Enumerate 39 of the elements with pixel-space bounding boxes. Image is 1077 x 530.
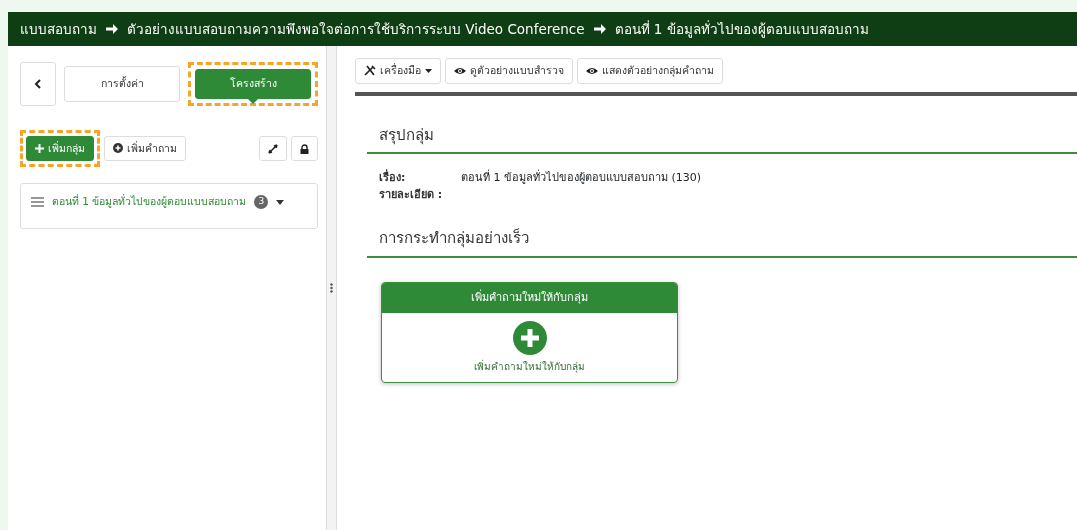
tab-pointer [248, 98, 258, 104]
plus-circle-icon[interactable] [512, 321, 547, 356]
arrows-diagonal-icon [268, 143, 278, 154]
section-heading: สรุปกลุ่ม [367, 123, 1077, 155]
add-button[interactable]: เพิ่มกลุ่ม [26, 135, 94, 162]
field-label: เรื่อง: [379, 170, 407, 187]
arrow-right-icon [592, 22, 607, 36]
add-button[interactable]: เพิ่มคำถาม [104, 135, 186, 162]
quick-action-card[interactable]: เพิ่มคำถามใหม่ให้กับกลุ่ม เพิ่มคำถามใหม่ให้กับกลุ่ม [381, 281, 678, 384]
toolbar-button[interactable]: ดูตัวอย่างแบบสำรวจ [445, 58, 573, 84]
group-title[interactable]: ตอนที่ 1 ข้อมูลทั่วไปของผู้ตอบแบบสอบถาม [52, 194, 247, 211]
collapse-button[interactable] [259, 135, 287, 162]
sidebar-tab[interactable]: การตั้งค่า [64, 66, 180, 102]
caret-down-icon[interactable] [276, 199, 285, 205]
drag-handle-icon[interactable] [31, 197, 44, 208]
field-value: ตอนที่ 1 ข้อมูลทั่วไปของผู้ตอบแบบสอบถาม (130) [461, 170, 702, 187]
arrow-right-icon [105, 22, 119, 36]
plus-circle-icon [113, 143, 123, 154]
card-caption: เพิ่มคำถามใหม่ให้กับกลุ่ม [473, 359, 586, 375]
field-label: รายละเอียด : [379, 186, 444, 203]
eye-icon [454, 66, 466, 75]
caret-down-icon [425, 68, 432, 73]
card-header: เพิ่มคำถามใหม่ให้กับกลุ่ม [382, 282, 677, 314]
toolbar-button[interactable]: แสดงตัวอย่างกลุ่มคำถาม [577, 58, 723, 84]
group-item[interactable]: ตอนที่ 1 ข้อมูลทั่วไปของผู้ตอบแบบสอบถาม 3 [20, 183, 318, 230]
breadcrumb-link[interactable]: แบบสอบถาม [20, 18, 97, 40]
lock-icon [300, 143, 309, 154]
tools-icon [364, 65, 376, 77]
section-heading: การกระทำกลุ่มอย่างเร็ว [367, 227, 1077, 258]
eye-icon [586, 66, 598, 75]
breadcrumb-link[interactable]: ตัวอย่างแบบสอบถามความพึงพอใจต่อการใช้บริการระบบ Video Conference [127, 18, 585, 40]
lock-button[interactable] [291, 135, 318, 162]
toolbar-button[interactable]: เครื่องมือ [355, 58, 441, 84]
count-badge: 3 [254, 195, 269, 210]
plus-icon [35, 143, 44, 153]
sidebar-tab[interactable]: โครงสร้าง [195, 69, 311, 99]
resize-handle-icon[interactable] [330, 283, 333, 293]
chevron-left-icon [34, 79, 42, 89]
breadcrumb-link[interactable]: ตอนที่ 1 ข้อมูลทั่วไปของผู้ตอบแบบสอบถาม [614, 18, 869, 40]
